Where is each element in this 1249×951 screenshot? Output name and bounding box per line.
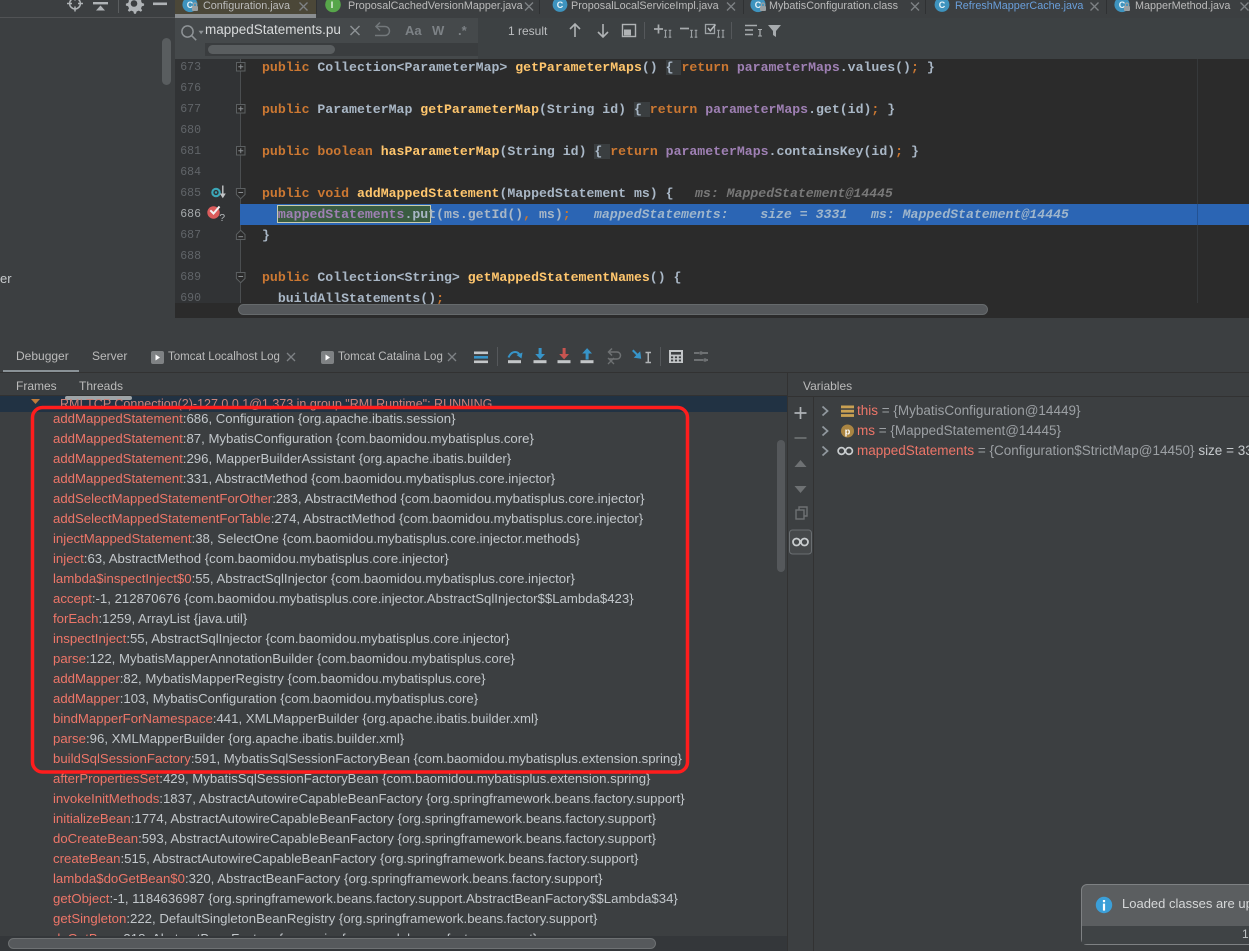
svg-text:p: p (845, 427, 851, 437)
svg-text:C: C (939, 0, 946, 10)
